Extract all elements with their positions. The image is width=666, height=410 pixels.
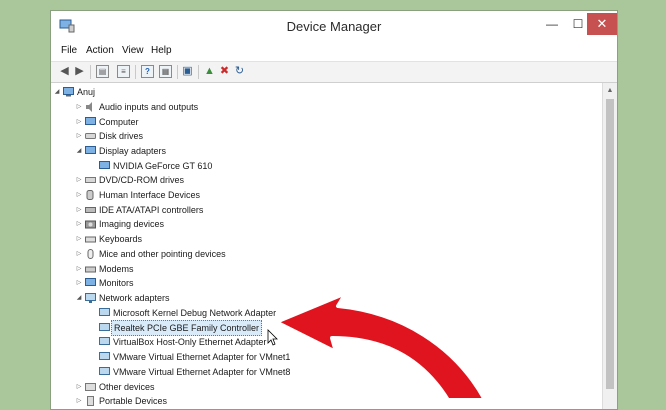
expand-arrow-icon[interactable]: ▷: [75, 173, 83, 187]
monitor-icon: [85, 278, 96, 286]
expand-arrow-icon[interactable]: ▷: [75, 100, 83, 114]
expand-arrow-icon[interactable]: ▷: [75, 217, 83, 231]
tree-item-label: Modems: [99, 264, 134, 274]
collapse-arrow-icon[interactable]: ◢: [75, 144, 83, 158]
toolbar-separator: [198, 65, 199, 79]
tree-child-label: VMware Virtual Ethernet Adapter for VMne…: [113, 367, 291, 377]
tree-child-label: Realtek PCIe GBE Family Controller: [111, 320, 263, 336]
menu-view[interactable]: View: [122, 45, 144, 56]
tree-root-label: Anuj: [77, 87, 96, 97]
menu-bar: File Action View Help: [51, 41, 617, 61]
collapse-arrow-icon[interactable]: ◢: [75, 291, 83, 305]
show-hide-console-icon[interactable]: ▤: [96, 65, 109, 78]
expand-arrow-icon[interactable]: ▷: [75, 262, 83, 276]
hid-icon: [86, 190, 94, 200]
expand-arrow-icon[interactable]: ▷: [75, 129, 83, 143]
network-adapter-icon: [99, 367, 110, 375]
tree-item-label: Other devices: [99, 382, 155, 392]
toolbar: ◀ ▶ ▤ ≡ ? ▦ ▣ ▲ ✖ ↻: [51, 61, 617, 83]
tree-item-label: Mice and other pointing devices: [99, 249, 226, 259]
network-adapter-icon: [85, 293, 96, 303]
expand-arrow-icon[interactable]: ▷: [75, 203, 83, 217]
uninstall-device-icon[interactable]: ✖: [218, 65, 231, 78]
forward-arrow-icon[interactable]: ▶: [73, 65, 86, 78]
scan-hardware-icon[interactable]: ▣: [181, 65, 194, 78]
tree-item-label: Computer: [99, 117, 139, 127]
ide-controller-icon: [85, 207, 96, 213]
computer-icon: [63, 87, 74, 97]
close-button[interactable]: ✕: [587, 13, 617, 35]
toolbar-separator: [90, 65, 91, 79]
tree-item-label: Imaging devices: [99, 219, 165, 229]
menu-help[interactable]: Help: [151, 45, 172, 56]
dvd-drive-icon: [85, 177, 96, 183]
disable-device-icon[interactable]: ↻: [233, 65, 246, 78]
tree-child-label: Microsoft Kernel Debug Network Adapter: [113, 308, 277, 318]
expand-arrow-icon[interactable]: ▷: [75, 188, 83, 202]
expand-arrow-icon[interactable]: ▷: [75, 394, 83, 408]
minimize-button[interactable]: —: [539, 13, 565, 35]
menu-file[interactable]: File: [61, 45, 77, 56]
speaker-icon: [86, 102, 92, 112]
tree-item-label: DVD/CD-ROM drives: [99, 175, 185, 185]
scrollbar-thumb[interactable]: [606, 99, 614, 389]
disk-drive-icon: [85, 133, 96, 139]
help-icon[interactable]: ?: [141, 65, 154, 78]
tree-item-label: IDE ATA/ATAPI controllers: [99, 205, 204, 215]
collapse-arrow-icon[interactable]: ◢: [53, 85, 61, 99]
tree-item-label: Human Interface Devices: [99, 190, 201, 200]
properties-icon[interactable]: ≡: [117, 65, 130, 78]
back-arrow-icon[interactable]: ◀: [58, 65, 71, 78]
computer-icon: [85, 117, 96, 125]
network-adapter-icon: [99, 337, 110, 345]
expand-arrow-icon[interactable]: ▷: [75, 115, 83, 129]
display-adapter-icon: [99, 161, 110, 169]
window-title: Device Manager: [286, 19, 382, 34]
device-manager-window: Device Manager — ☐ ✕ File Action View He…: [50, 10, 618, 410]
expand-arrow-icon[interactable]: ▷: [75, 232, 83, 246]
update-driver-icon[interactable]: ▲: [203, 65, 216, 78]
other-devices-icon: [85, 383, 96, 391]
vertical-scrollbar[interactable]: ▲: [602, 83, 617, 409]
device-tree: ◢ Anuj ▷ Audio inputs and outputs ▷ Comp…: [51, 83, 603, 409]
tree-child-label: NVIDIA GeForce GT 610: [113, 161, 213, 171]
tree-item-label: Network adapters: [99, 293, 170, 303]
mouse-icon: [87, 249, 94, 259]
keyboard-icon: [85, 236, 96, 243]
tree-item-label: Portable Devices: [99, 396, 168, 406]
tree-item-label: Disk drives: [99, 131, 144, 141]
title-bar[interactable]: Device Manager — ☐ ✕: [51, 11, 617, 43]
expand-arrow-icon[interactable]: ▷: [75, 380, 83, 394]
scroll-up-arrow-icon[interactable]: ▲: [603, 85, 617, 97]
modem-icon: [85, 266, 96, 273]
view-grid-icon[interactable]: ▦: [159, 65, 172, 78]
network-adapter-icon: [99, 323, 110, 331]
tree-item-label: Display adapters: [99, 146, 167, 156]
display-adapter-icon: [85, 146, 96, 154]
menu-action[interactable]: Action: [86, 45, 114, 56]
expand-arrow-icon[interactable]: ▷: [75, 247, 83, 261]
tree-item-label: Keyboards: [99, 234, 143, 244]
toolbar-separator: [135, 65, 136, 79]
tree-item-label: Monitors: [99, 278, 134, 288]
network-adapter-icon: [99, 352, 110, 360]
tree-item-label: Audio inputs and outputs: [99, 102, 199, 112]
camera-icon: [85, 220, 96, 229]
toolbar-separator: [177, 65, 178, 79]
portable-device-icon: [87, 396, 94, 406]
network-adapter-icon: [99, 308, 110, 316]
expand-arrow-icon[interactable]: ▷: [75, 276, 83, 290]
tree-child-label: VMware Virtual Ethernet Adapter for VMne…: [113, 352, 291, 362]
tree-child-label: VirtualBox Host-Only Ethernet Adapter: [113, 337, 267, 347]
